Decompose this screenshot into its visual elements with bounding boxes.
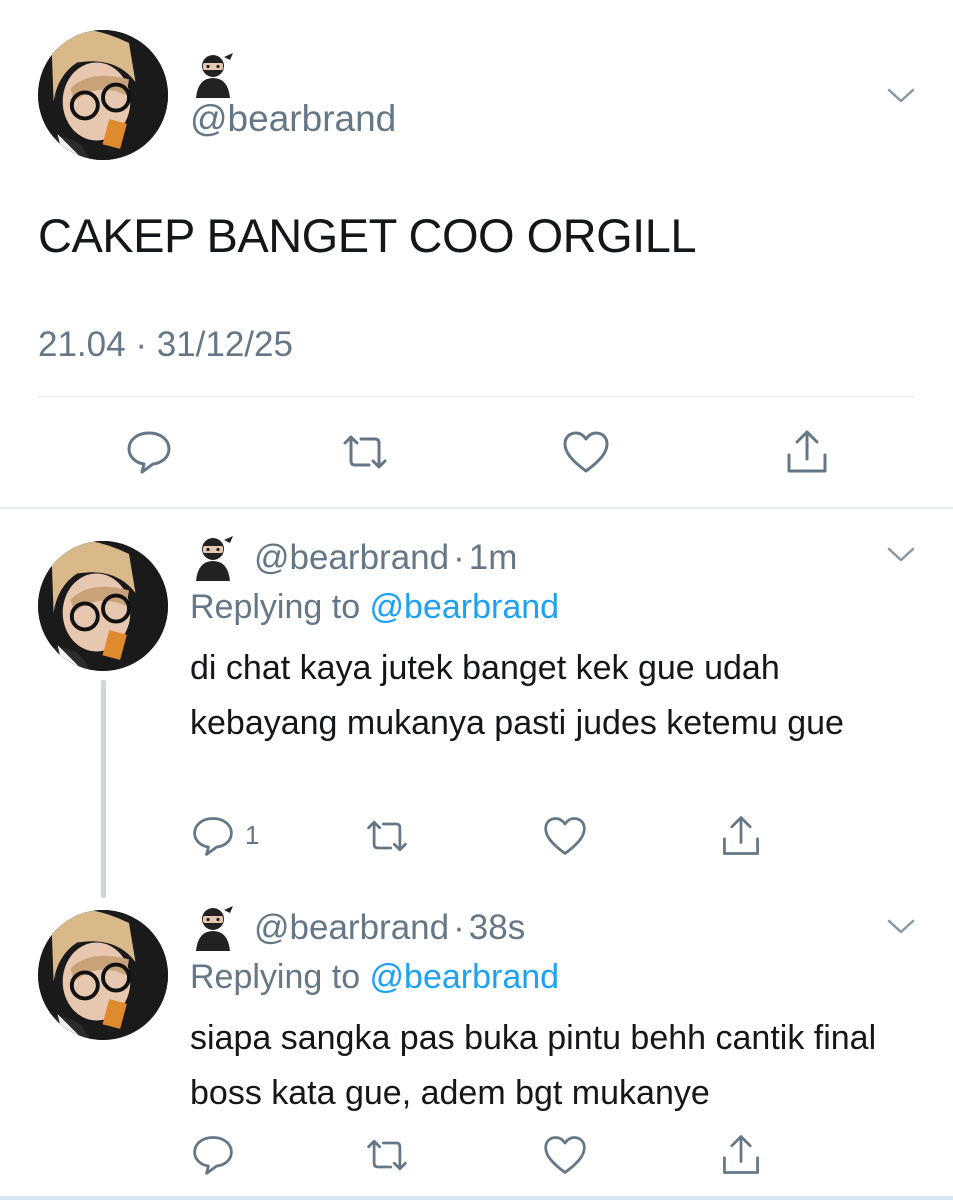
replying-to: Replying to @bearbrand [190, 588, 559, 627]
reply-age: 1m [468, 538, 518, 577]
author-handle[interactable]: @bearbrand [190, 98, 396, 140]
retweet-icon[interactable] [364, 1132, 410, 1178]
reply-icon[interactable] [124, 427, 174, 477]
avatar[interactable] [38, 30, 168, 160]
like-icon[interactable] [542, 1132, 588, 1178]
chevron-down-icon[interactable] [886, 545, 916, 565]
author-handle[interactable]: @bearbrand [254, 908, 449, 947]
replying-to-link[interactable]: @bearbrand [370, 958, 560, 996]
meta-separator: · [453, 908, 465, 947]
replying-prefix: Replying to [190, 588, 370, 626]
replying-to: Replying to @bearbrand [190, 958, 559, 997]
reply-icon[interactable] [190, 1132, 236, 1178]
meta-separator: · [135, 325, 147, 364]
reply-count: 1 [245, 820, 260, 850]
tweet-timestamp: 21.04 · 31/12/25 [38, 325, 293, 365]
chevron-down-icon[interactable] [886, 86, 916, 106]
ninja-emoji-icon [190, 535, 236, 581]
author-handle[interactable]: @bearbrand [254, 538, 449, 577]
meta-separator: · [453, 538, 465, 577]
tweet-time: 21.04 [38, 325, 126, 364]
like-icon[interactable] [542, 813, 588, 859]
avatar[interactable] [38, 541, 168, 671]
reply-text: di chat kaya jutek banget kek gue udah k… [190, 649, 844, 742]
ninja-emoji-icon [190, 905, 236, 951]
ninja-emoji-icon [190, 52, 236, 98]
reply-text: siapa sangka pas buka pintu behh cantik … [190, 1019, 877, 1112]
tweet-text: CAKEP BANGET COO ORGILL [38, 209, 697, 262]
tweet-date: 31/12/25 [156, 325, 293, 364]
reply-icon[interactable] [190, 813, 236, 859]
reply-header: @bearbrand · 38s [254, 908, 525, 948]
reply-age: 38s [468, 908, 526, 947]
like-icon[interactable] [561, 427, 611, 477]
replying-prefix: Replying to [190, 958, 370, 996]
divider [38, 396, 914, 397]
chevron-down-icon[interactable] [886, 917, 916, 937]
share-icon[interactable] [718, 1132, 764, 1178]
replying-to-link[interactable]: @bearbrand [370, 588, 560, 626]
retweet-icon[interactable] [340, 427, 390, 477]
retweet-icon[interactable] [364, 813, 410, 859]
bottom-divider [0, 1196, 953, 1200]
section-divider [0, 507, 953, 509]
share-icon[interactable] [718, 813, 764, 859]
reply-header: @bearbrand · 1m [254, 538, 517, 578]
share-icon[interactable] [782, 427, 832, 477]
thread-line [101, 680, 106, 898]
avatar[interactable] [38, 910, 168, 1040]
